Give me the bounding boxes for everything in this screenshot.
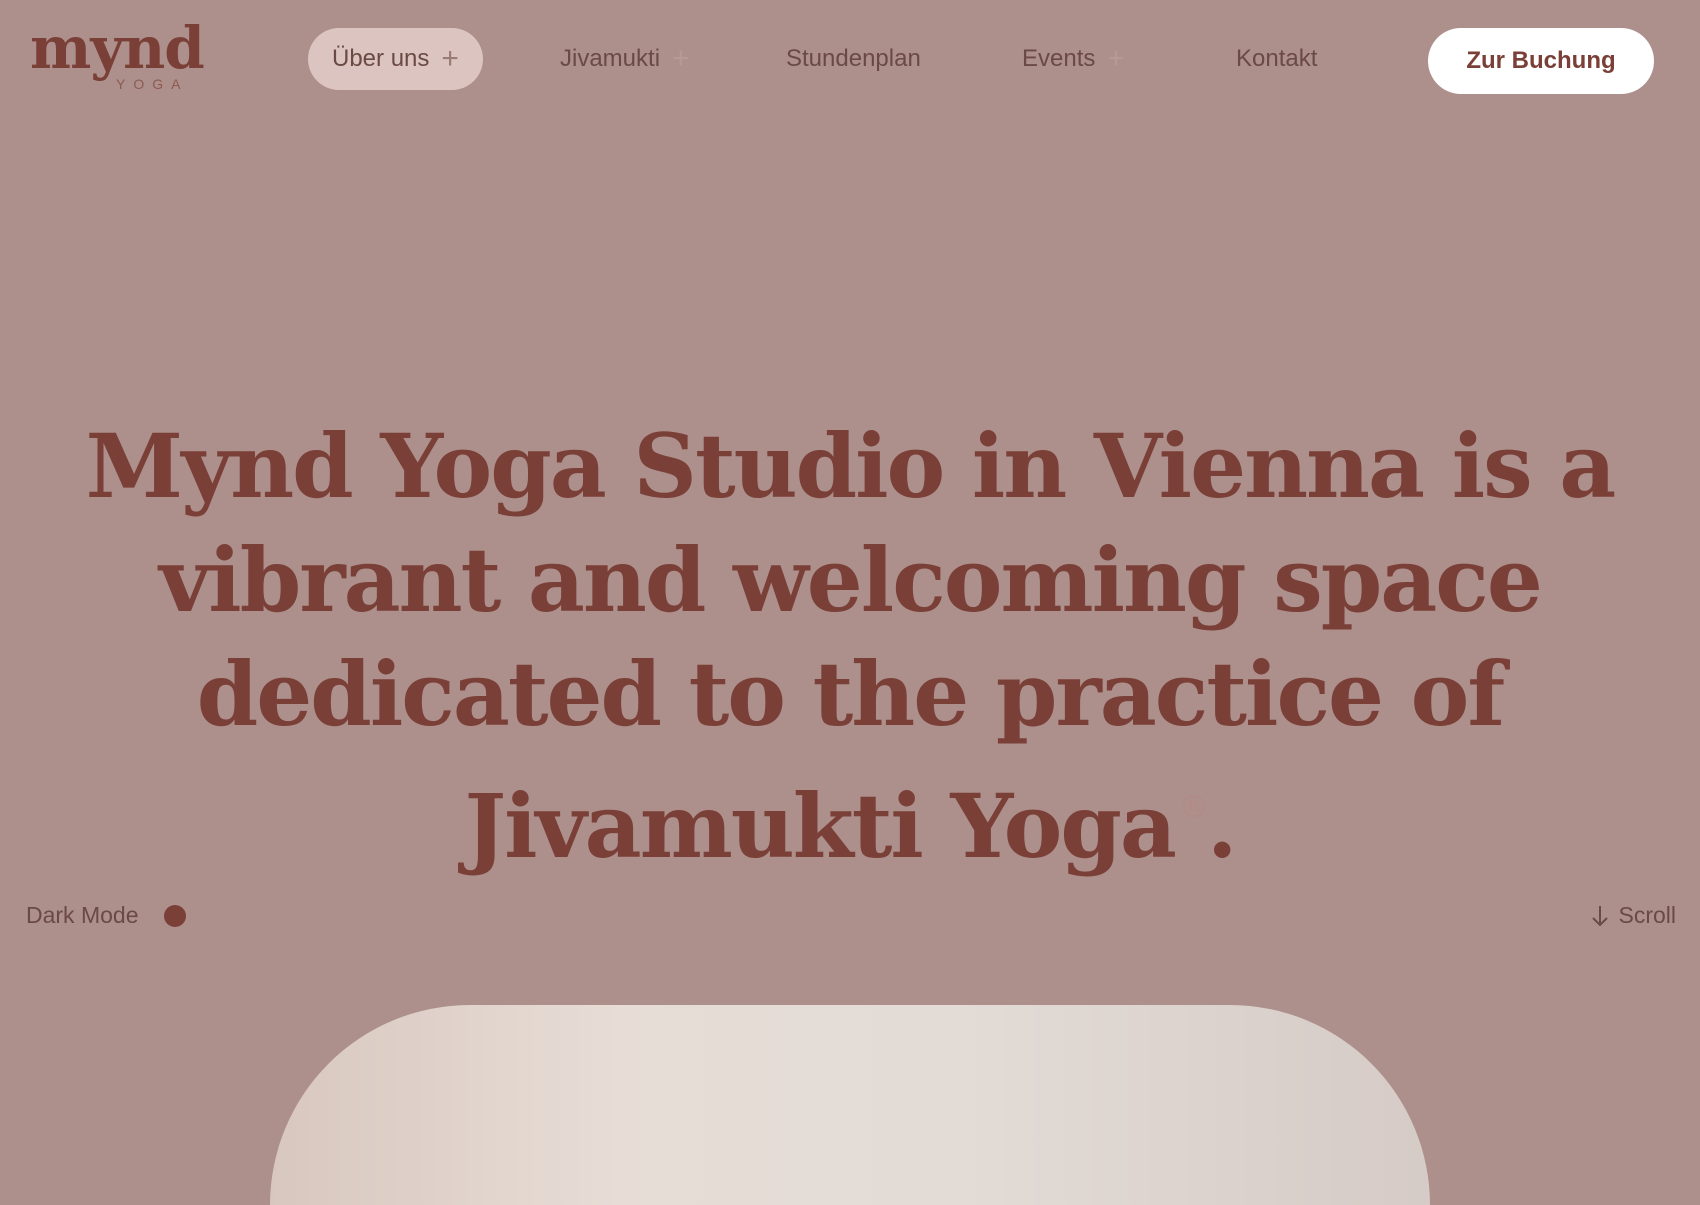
plus-icon: +: [1107, 42, 1125, 75]
hero-headline: Mynd Yoga Studio in Vienna is a vibrant …: [60, 409, 1640, 883]
nav-item-label: Kontakt: [1236, 45, 1318, 72]
hero-line-2: vibrant and welcoming space: [159, 527, 1543, 632]
dark-mode-label: Dark Mode: [26, 902, 139, 928]
nav-item-label: Jivamukti: [560, 45, 661, 72]
scroll-link[interactable]: Scroll: [1590, 902, 1676, 929]
nav-item-label: Stundenplan: [786, 45, 921, 72]
nav-item-events[interactable]: Events +: [1022, 28, 1125, 90]
hero-line-1: Mynd Yoga Studio in Vienna is a: [85, 413, 1617, 518]
hero-line-4: Jivamukti Yoga: [464, 773, 1176, 878]
hero-image: [270, 1005, 1430, 1205]
hero-line-3: dedicated to the practice of: [196, 641, 1505, 746]
nav-item-kontakt[interactable]: Kontakt: [1236, 28, 1317, 90]
scroll-label: Scroll: [1618, 902, 1676, 928]
dark-mode-dot-icon: [164, 904, 187, 927]
nav-item-label: Events: [1022, 45, 1096, 72]
hero-period: .: [1206, 773, 1238, 878]
dark-mode-toggle[interactable]: Dark Mode: [26, 902, 187, 929]
nav-item-jivamukti[interactable]: Jivamukti +: [560, 28, 690, 90]
nav-item-ueber-uns[interactable]: Über uns +: [308, 28, 483, 90]
plus-icon: +: [441, 42, 459, 75]
registered-mark: ®: [1178, 789, 1209, 825]
booking-button[interactable]: Zur Buchung: [1428, 28, 1654, 94]
nav-item-stundenplan[interactable]: Stundenplan: [786, 28, 921, 90]
nav-item-label: Über uns: [332, 45, 430, 72]
site-header: mynd YOGA Über uns + Jivamukti + Stunden…: [0, 0, 1700, 122]
plus-icon: +: [672, 42, 690, 75]
arrow-down-icon: [1592, 905, 1609, 926]
